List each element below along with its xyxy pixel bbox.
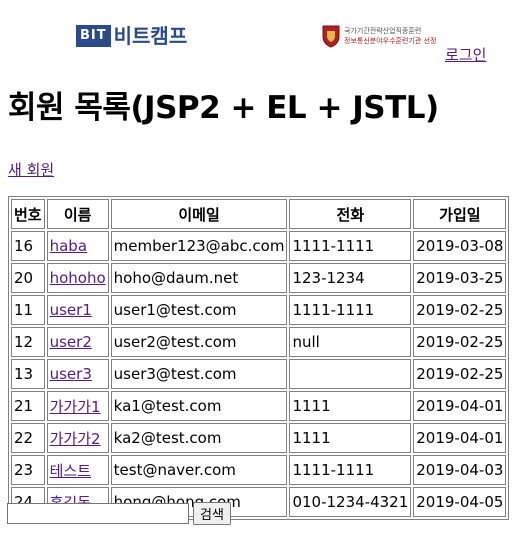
cell-email: member123@abc.com bbox=[110, 231, 288, 261]
bitcamp-logo-text: 비트캠프 bbox=[113, 24, 188, 48]
cell-name: 가가가2 bbox=[46, 423, 109, 453]
cell-tel: null bbox=[289, 327, 412, 357]
page-title: 회원 목록(JSP2 + EL + JSTL) bbox=[8, 90, 439, 126]
cell-email: user1@test.com bbox=[110, 295, 288, 325]
table-row: 21 가가가1 ka1@test.com 1111 2019-04-01 bbox=[11, 391, 507, 421]
bit-logo-mark: BIT bbox=[76, 25, 111, 47]
cell-email: ka2@test.com bbox=[110, 423, 288, 453]
table-row: 16 haba member123@abc.com 1111-1111 2019… bbox=[11, 231, 507, 261]
shield-emblem-icon bbox=[322, 24, 340, 48]
cell-name: user1 bbox=[46, 295, 109, 325]
cell-email: user3@test.com bbox=[110, 359, 288, 389]
cell-tel bbox=[289, 359, 412, 389]
column-header-tel: 전화 bbox=[289, 199, 412, 229]
cell-name: user2 bbox=[46, 327, 109, 357]
cell-tel: 123-1234 bbox=[289, 263, 412, 293]
member-name-link[interactable]: haba bbox=[50, 237, 87, 255]
table-row: 20 hohoho hoho@daum.net 123-1234 2019-03… bbox=[11, 263, 507, 293]
new-member-link[interactable]: 새 회원 bbox=[8, 159, 54, 180]
cell-no: 23 bbox=[11, 455, 45, 485]
login-link[interactable]: 로그인 bbox=[445, 44, 486, 65]
training-institution-badge: 국가기간전략산업직종훈련 정보통신분야우수훈련기관 선정 bbox=[322, 22, 444, 50]
cell-email: ka1@test.com bbox=[110, 391, 288, 421]
cell-date: 2019-04-01 bbox=[413, 391, 507, 421]
cell-email: user2@test.com bbox=[110, 327, 288, 357]
table-row: 13 user3 user3@test.com 2019-02-25 bbox=[11, 359, 507, 389]
search-input[interactable] bbox=[7, 503, 189, 524]
badge-text: 국가기간전략산업직종훈련 정보통신분야우수훈련기관 선정 bbox=[344, 26, 436, 46]
cell-name: user3 bbox=[46, 359, 109, 389]
member-name-link[interactable]: 가가가1 bbox=[50, 398, 101, 416]
member-name-link[interactable]: 가가가2 bbox=[50, 430, 101, 448]
table-header-row: 번호 이름 이메일 전화 가입일 bbox=[11, 199, 507, 229]
member-name-link[interactable]: user1 bbox=[50, 301, 92, 319]
column-header-date: 가입일 bbox=[413, 199, 507, 229]
cell-name: haba bbox=[46, 231, 109, 261]
cell-name: hohoho bbox=[46, 263, 109, 293]
cell-tel: 1111 bbox=[289, 423, 412, 453]
cell-name: 가가가1 bbox=[46, 391, 109, 421]
cell-name: 테스트 bbox=[46, 455, 109, 485]
cell-date: 2019-04-03 bbox=[413, 455, 507, 485]
cell-tel: 1111-1111 bbox=[289, 231, 412, 261]
bitcamp-logo[interactable]: BIT 비트캠프 bbox=[76, 24, 187, 48]
cell-date: 2019-03-08 bbox=[413, 231, 507, 261]
member-name-link[interactable]: 테스트 bbox=[50, 462, 91, 480]
table-row: 22 가가가2 ka2@test.com 1111 2019-04-01 bbox=[11, 423, 507, 453]
cell-date: 2019-04-01 bbox=[413, 423, 507, 453]
cell-no: 22 bbox=[11, 423, 45, 453]
cell-date: 2019-04-05 bbox=[413, 487, 507, 517]
cell-date: 2019-02-25 bbox=[413, 359, 507, 389]
cell-date: 2019-02-25 bbox=[413, 327, 507, 357]
member-name-link[interactable]: user2 bbox=[50, 333, 92, 351]
cell-no: 12 bbox=[11, 327, 45, 357]
member-name-link[interactable]: user3 bbox=[50, 365, 92, 383]
cell-no: 16 bbox=[11, 231, 45, 261]
column-header-no: 번호 bbox=[11, 199, 45, 229]
member-table: 번호 이름 이메일 전화 가입일 16 haba member123@abc.c… bbox=[8, 196, 510, 520]
cell-tel: 1111-1111 bbox=[289, 295, 412, 325]
table-row: 12 user2 user2@test.com null 2019-02-25 bbox=[11, 327, 507, 357]
cell-no: 21 bbox=[11, 391, 45, 421]
cell-date: 2019-03-25 bbox=[413, 263, 507, 293]
table-row: 11 user1 user1@test.com 1111-1111 2019-0… bbox=[11, 295, 507, 325]
page-header: BIT 비트캠프 국가기간전략산업직종훈련 정보통신분야우수훈련기관 선정 로그… bbox=[0, 0, 517, 70]
member-name-link[interactable]: hohoho bbox=[50, 269, 106, 287]
cell-email: hoho@daum.net bbox=[110, 263, 288, 293]
search-form: 검색 bbox=[7, 502, 231, 525]
cell-tel: 1111 bbox=[289, 391, 412, 421]
column-header-name: 이름 bbox=[46, 199, 109, 229]
cell-no: 11 bbox=[11, 295, 45, 325]
cell-no: 20 bbox=[11, 263, 45, 293]
cell-tel: 010-1234-4321 bbox=[289, 487, 412, 517]
badge-line-2: 정보통신분야우수훈련기관 선정 bbox=[344, 37, 437, 45]
cell-date: 2019-02-25 bbox=[413, 295, 507, 325]
cell-no: 13 bbox=[11, 359, 45, 389]
table-row: 23 테스트 test@naver.com 1111-1111 2019-04-… bbox=[11, 455, 507, 485]
badge-line-1: 국가기간전략산업직종훈련 bbox=[344, 27, 422, 35]
search-button[interactable]: 검색 bbox=[193, 502, 231, 525]
cell-email: test@naver.com bbox=[110, 455, 288, 485]
column-header-email: 이메일 bbox=[110, 199, 288, 229]
cell-tel: 1111-1111 bbox=[289, 455, 412, 485]
